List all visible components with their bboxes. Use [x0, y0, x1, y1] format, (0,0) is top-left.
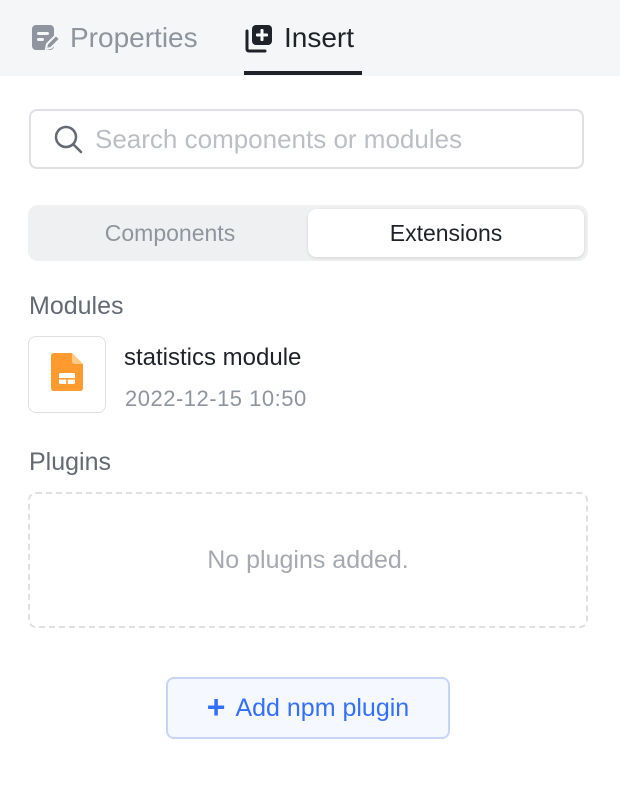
edit-doc-icon — [30, 23, 60, 53]
search-box[interactable] — [29, 109, 584, 169]
tab-insert-label: Insert — [284, 22, 355, 53]
add-npm-plugin-button[interactable]: + Add npm plugin — [166, 677, 450, 739]
plugins-empty-text: No plugins added. — [207, 545, 409, 574]
tab-insert[interactable]: Insert — [244, 0, 354, 76]
segment-components[interactable]: Components — [32, 209, 308, 257]
module-item[interactable]: statistics module 2022-12-15 10:50 — [28, 336, 588, 416]
plugins-section-title: Plugins — [29, 448, 111, 476]
plus-icon: + — [206, 688, 226, 725]
search-input[interactable] — [95, 123, 565, 155]
module-file-icon — [51, 353, 83, 396]
plugins-empty-box: No plugins added. — [28, 492, 588, 628]
modules-section-title: Modules — [29, 292, 124, 320]
tab-bar: Properties Insert — [0, 0, 620, 76]
tab-properties[interactable]: Properties — [30, 0, 198, 76]
tab-properties-label: Properties — [70, 22, 198, 53]
add-npm-plugin-label: Add npm plugin — [235, 693, 410, 722]
segment-extensions[interactable]: Extensions — [308, 209, 584, 257]
insert-panel: Properties Insert Component — [0, 0, 620, 804]
module-date: 2022-12-15 10:50 — [125, 386, 307, 411]
module-name: statistics module — [124, 344, 302, 371]
active-tab-indicator — [244, 71, 362, 75]
search-icon — [53, 124, 83, 154]
module-thumbnail — [28, 336, 106, 413]
add-layer-icon — [244, 23, 274, 53]
category-segmented-control: Components Extensions — [28, 205, 588, 261]
